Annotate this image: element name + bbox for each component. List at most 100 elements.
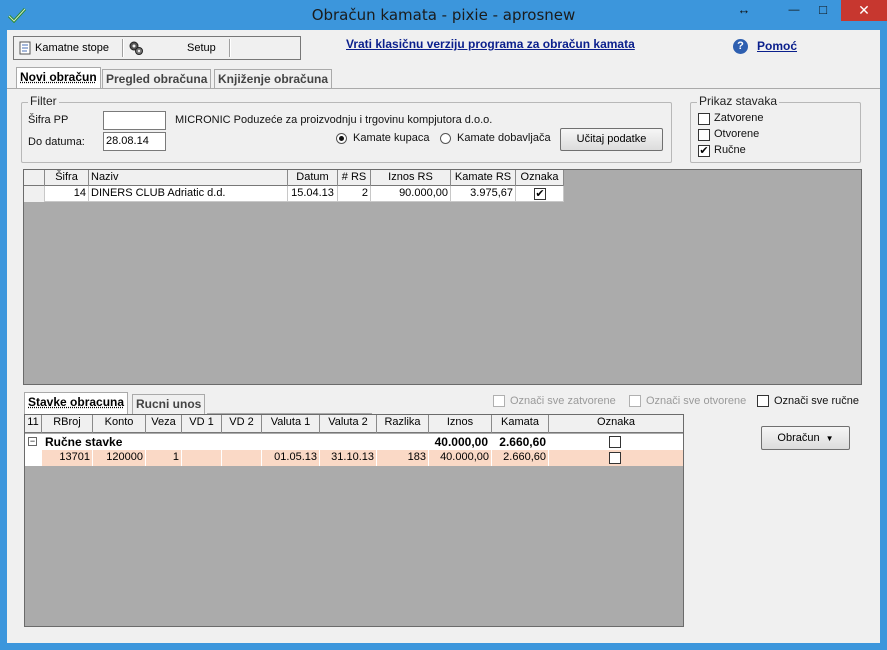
help-link[interactable]: Pomoć	[757, 39, 797, 53]
cell-rbroj: 13701	[42, 450, 93, 466]
column-header[interactable]: Kamate RS	[451, 170, 516, 186]
cell-kamata: 2.660,60	[492, 450, 549, 466]
mark-all-manual-checkbox[interactable]	[757, 395, 769, 407]
cell-konto: 120000	[93, 450, 146, 466]
tab-border	[7, 88, 880, 89]
cell-datum: 15.04.13	[288, 186, 338, 202]
column-header[interactable]: Šifra	[45, 170, 89, 186]
cell-oznaka: ✔	[516, 186, 564, 202]
column-header[interactable]: Konto	[93, 415, 146, 433]
column-header[interactable]: Valuta 1	[262, 415, 320, 433]
partner-code-label: Šifra PP	[28, 114, 69, 126]
main-window: Kamatne stope Setup Vrati klasičnu verzi…	[7, 30, 880, 643]
column-header[interactable]: Oznaka	[516, 170, 564, 186]
cell-vd2	[222, 450, 262, 466]
radio-customer-interest[interactable]	[336, 133, 347, 144]
row-mark-checkbox[interactable]: ✔	[534, 188, 546, 200]
cell-rs: 2	[338, 186, 371, 202]
resize-icon[interactable]: ↔	[729, 0, 759, 21]
items-grid-header: 11 RBroj Konto Veza VD 1 VD 2 Valuta 1 V…	[25, 415, 683, 433]
column-header[interactable]: Iznos RS	[371, 170, 451, 186]
row-indicator	[24, 186, 45, 202]
column-header[interactable]: Naziv	[89, 170, 288, 186]
tab-manual-entry[interactable]: Rucni unos	[132, 394, 206, 414]
closed-items-checkbox[interactable]	[698, 113, 710, 125]
cell-valuta2: 31.10.13	[320, 450, 377, 466]
setup-label: Setup	[187, 42, 216, 54]
tab-calculation-overview[interactable]: Pregled obračuna	[102, 69, 212, 89]
tab-calculation-posting[interactable]: Knjiženje obračuna	[214, 69, 333, 89]
calculate-button[interactable]: Obračun ▼	[761, 426, 850, 450]
help-icon[interactable]: ?	[733, 39, 748, 54]
cell-sifra: 14	[45, 186, 89, 202]
tab-calculation-items[interactable]: Stavke obracuna	[24, 392, 129, 414]
title-bar: Obračun kamata - pixie - aprosnew ↔ — □ …	[0, 0, 887, 30]
group-total-iznos: 40.000,00	[434, 435, 488, 449]
status-strip	[7, 638, 880, 643]
document-icon	[19, 41, 31, 55]
manual-items-label[interactable]: Ručne	[714, 144, 746, 156]
tab-new-calculation[interactable]: Novi obračun	[16, 67, 101, 89]
display-options-legend: Prikaz stavaka	[697, 94, 780, 108]
mark-all-manual-label[interactable]: Označi sve ručne	[774, 395, 859, 407]
calculation-items-grid: 11 RBroj Konto Veza VD 1 VD 2 Valuta 1 V…	[24, 414, 684, 627]
row-indicator-header	[24, 170, 45, 186]
cell-vd1	[182, 450, 222, 466]
filter-legend: Filter	[28, 94, 59, 108]
column-header[interactable]: Veza	[146, 415, 182, 433]
close-button[interactable]: ✕	[841, 0, 887, 21]
open-items-label[interactable]: Otvorene	[714, 128, 759, 140]
date-label: Do datuma:	[28, 136, 85, 148]
partners-grid-header: Šifra Naziv Datum # RS Iznos RS Kamate R…	[24, 170, 564, 186]
radio-supplier-interest-label[interactable]: Kamate dobavljača	[457, 132, 551, 144]
cell-kamate: 3.975,67	[451, 186, 516, 202]
load-data-button[interactable]: Učitaj podatke	[560, 128, 663, 151]
setup-button[interactable]: Setup	[126, 39, 226, 57]
date-input[interactable]: 28.08.14	[103, 132, 166, 151]
column-header[interactable]: # RS	[338, 170, 371, 186]
column-header[interactable]: Oznaka	[549, 415, 683, 433]
calculate-label: Obračun	[777, 432, 820, 444]
mark-all-open-checkbox	[629, 395, 641, 407]
column-header[interactable]: Razlika	[377, 415, 429, 433]
partners-grid: Šifra Naziv Datum # RS Iznos RS Kamate R…	[23, 169, 862, 385]
company-name: MICRONIC Poduzeće za proizvodnju i trgov…	[175, 114, 493, 126]
toolbar-separator	[229, 39, 230, 57]
cell-naziv: DINERS CLUB Adriatic d.d.	[89, 186, 288, 202]
cell-valuta1: 01.05.13	[262, 450, 320, 466]
toolbar-separator	[122, 39, 123, 57]
classic-version-link[interactable]: Vrati klasičnu verziju programa za obrač…	[346, 37, 635, 51]
dropdown-arrow-icon: ▼	[825, 434, 834, 443]
interest-rates-button[interactable]: Kamatne stope	[17, 39, 117, 57]
open-items-checkbox[interactable]	[698, 129, 710, 141]
manual-items-checkbox[interactable]: ✔	[698, 145, 710, 157]
maximize-button[interactable]: □	[810, 0, 836, 21]
cell-razlika: 183	[377, 450, 429, 466]
cell-veza: 1	[146, 450, 182, 466]
column-header[interactable]: VD 1	[182, 415, 222, 433]
group-row[interactable]: − Ručne stavke 40.000,00 2.660,60	[25, 434, 683, 450]
column-header[interactable]: Iznos	[429, 415, 492, 433]
row-mark-checkbox[interactable]	[609, 452, 621, 464]
table-row[interactable]: 14 DINERS CLUB Adriatic d.d. 15.04.13 2 …	[24, 186, 564, 202]
radio-customer-interest-label[interactable]: Kamate kupaca	[353, 132, 429, 144]
closed-items-label[interactable]: Zatvorene	[714, 112, 764, 124]
column-header[interactable]: Valuta 2	[320, 415, 377, 433]
column-header[interactable]: Datum	[288, 170, 338, 186]
cell-iznos: 40.000,00	[429, 450, 492, 466]
column-header[interactable]: Kamata	[492, 415, 549, 433]
radio-supplier-interest[interactable]	[440, 133, 451, 144]
partner-code-input[interactable]	[103, 111, 166, 130]
toolbar: Kamatne stope Setup	[13, 36, 301, 60]
collapse-toggle-icon[interactable]: −	[28, 437, 37, 446]
gears-icon	[129, 41, 143, 55]
column-header[interactable]: RBroj	[42, 415, 93, 433]
mark-all-open-label: Označi sve otvorene	[646, 395, 747, 407]
minimize-button[interactable]: —	[781, 0, 807, 21]
row-indent	[25, 450, 42, 466]
group-label: Ručne stavke	[45, 435, 123, 449]
column-header[interactable]: VD 2	[222, 415, 262, 433]
table-row[interactable]: 13701 120000 1 01.05.13 31.10.13 183 40.…	[25, 450, 683, 466]
mark-all-closed-checkbox	[493, 395, 505, 407]
group-mark-checkbox[interactable]	[609, 436, 621, 448]
